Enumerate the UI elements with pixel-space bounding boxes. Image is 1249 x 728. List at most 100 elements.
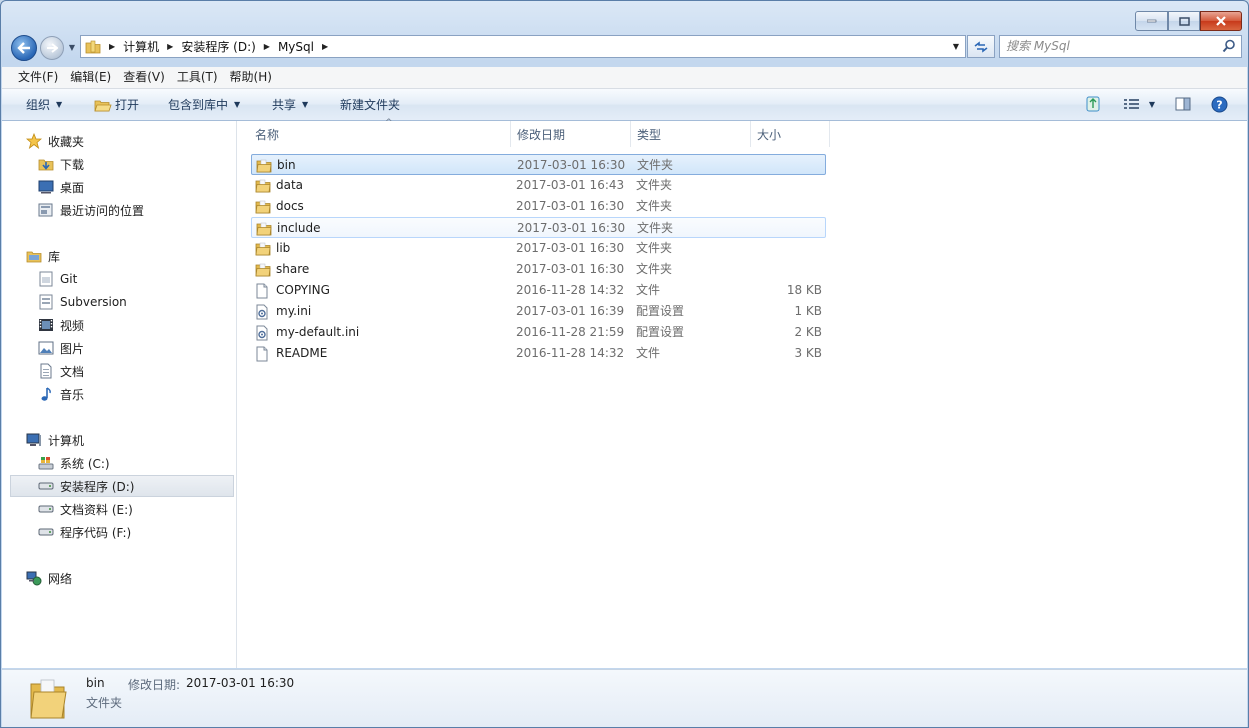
breadcrumb-folder[interactable]: MySql xyxy=(274,36,318,57)
nav-favorites[interactable]: 收藏夹 xyxy=(26,130,84,152)
file-name: my.ini xyxy=(276,304,312,318)
video-icon xyxy=(38,317,54,333)
minimize-button[interactable] xyxy=(1135,11,1168,31)
nav-item-documents[interactable]: 文档 xyxy=(38,360,84,382)
nav-item-label: 文档资料 (E:) xyxy=(60,502,133,517)
file-row[interactable]: docs 2017-03-01 16:30 文件夹 xyxy=(251,196,826,217)
sync-icon xyxy=(1086,96,1100,112)
open-button[interactable]: 打开 xyxy=(94,89,139,120)
nav-network[interactable]: 网络 xyxy=(26,567,72,589)
nav-computer[interactable]: 计算机 xyxy=(26,429,84,451)
search-input[interactable] xyxy=(1006,38,1206,54)
menu-help[interactable]: 帮助(H) xyxy=(224,67,278,88)
view-options-button[interactable]: ▼ xyxy=(1118,95,1160,113)
details-date-value: 2017-03-01 16:30 xyxy=(186,676,295,690)
config-file-icon xyxy=(255,325,271,341)
menu-view[interactable]: 查看(V) xyxy=(117,67,171,88)
download-folder-icon xyxy=(38,156,54,172)
nav-item-label: 音乐 xyxy=(60,387,85,402)
menu-file[interactable]: 文件(F) xyxy=(2,67,64,88)
file-row[interactable]: include 2017-03-01 16:30 文件夹 xyxy=(251,217,826,238)
file-size: 1 KB xyxy=(794,304,822,318)
svg-text:?: ? xyxy=(1216,98,1222,111)
column-header-date[interactable]: 修改日期 xyxy=(511,121,631,147)
organize-button[interactable]: 组织 ▼ xyxy=(26,89,62,120)
hard-drive-icon xyxy=(38,501,54,517)
file-row[interactable]: share 2017-03-01 16:30 文件夹 xyxy=(251,259,826,280)
file-row[interactable]: data 2017-03-01 16:43 文件夹 xyxy=(251,175,826,196)
recent-pages-dropdown[interactable]: ▼ xyxy=(66,39,78,55)
column-header-type[interactable]: 类型 xyxy=(631,121,751,147)
minimize-icon xyxy=(1146,19,1156,23)
nav-item-music[interactable]: 音乐 xyxy=(38,383,84,405)
preview-pane-button[interactable] xyxy=(1174,95,1192,113)
forward-button[interactable] xyxy=(40,36,64,60)
breadcrumb-drive[interactable]: 安装程序 (D:) xyxy=(177,36,259,57)
chevron-down-icon: ▼ xyxy=(234,100,241,109)
refresh-button[interactable] xyxy=(967,35,995,58)
file-row[interactable]: my-default.ini 2016-11-28 21:59 配置设置 2 KB xyxy=(251,322,826,343)
close-button[interactable] xyxy=(1200,11,1242,31)
file-row[interactable]: README 2016-11-28 14:32 文件 3 KB xyxy=(251,343,826,364)
address-bar[interactable]: ▶ 计算机 ▶ 安装程序 (D:) ▶ MySql ▶ ▼ xyxy=(80,35,966,58)
menu-edit[interactable]: 编辑(E) xyxy=(64,67,117,88)
help-icon: ? xyxy=(1211,96,1227,112)
folder-icon xyxy=(256,158,272,173)
close-icon xyxy=(1216,16,1226,26)
file-name: my-default.ini xyxy=(276,325,360,339)
nav-item-label: 安装程序 (D:) xyxy=(60,479,135,494)
nav-item-desktop[interactable]: 桌面 xyxy=(38,176,84,198)
nav-network-label: 网络 xyxy=(48,571,73,586)
subversion-library-icon xyxy=(38,294,54,310)
folder-icon xyxy=(255,241,271,256)
chevron-down-icon: ▼ xyxy=(302,100,309,109)
address-history-dropdown[interactable]: ▼ xyxy=(947,36,965,57)
column-header-type-label: 类型 xyxy=(637,127,662,142)
file-row[interactable]: lib 2017-03-01 16:30 文件夹 xyxy=(251,238,826,259)
sync-button[interactable] xyxy=(1084,95,1102,113)
nav-libraries[interactable]: 库 xyxy=(26,245,60,267)
chevron-right-icon[interactable]: ▶ xyxy=(260,42,274,51)
folder-large-icon xyxy=(30,679,67,719)
file-row[interactable]: COPYING 2016-11-28 14:32 文件 18 KB xyxy=(251,280,826,301)
new-folder-button[interactable]: 新建文件夹 xyxy=(340,89,400,120)
nav-item-recent-places[interactable]: 最近访问的位置 xyxy=(38,199,144,221)
file-type: 文件夹 xyxy=(636,241,673,255)
maximize-button[interactable] xyxy=(1168,11,1200,31)
nav-item-label: 系统 (C:) xyxy=(60,456,110,471)
nav-item-drive-c[interactable]: 系统 (C:) xyxy=(38,452,110,474)
column-header-size[interactable]: 大小 xyxy=(751,121,830,147)
chevron-right-icon[interactable]: ▶ xyxy=(163,42,177,51)
nav-item-drive-d[interactable]: 安装程序 (D:) xyxy=(10,475,234,497)
chevron-down-icon: ▼ xyxy=(56,100,63,109)
help-button[interactable]: ? xyxy=(1210,95,1228,113)
file-type: 文件夹 xyxy=(636,178,673,192)
menu-bar: 文件(F) 编辑(E) 查看(V) 工具(T) 帮助(H) xyxy=(2,67,1247,89)
nav-item-downloads[interactable]: 下载 xyxy=(38,153,84,175)
file-row[interactable]: my.ini 2017-03-01 16:39 配置设置 1 KB xyxy=(251,301,826,322)
nav-item-git[interactable]: Git xyxy=(38,268,77,290)
file-row[interactable]: bin 2017-03-01 16:30 文件夹 xyxy=(251,154,826,175)
search-icon[interactable] xyxy=(1222,39,1236,56)
include-in-library-button[interactable]: 包含到库中 ▼ xyxy=(168,89,240,120)
nav-item-drive-e[interactable]: 文档资料 (E:) xyxy=(38,498,133,520)
details-date-label: 修改日期: xyxy=(128,678,181,692)
column-header-name-label: 名称 xyxy=(255,127,280,142)
nav-item-subversion[interactable]: Subversion xyxy=(38,291,127,313)
nav-item-label: 程序代码 (F:) xyxy=(60,525,132,540)
share-button[interactable]: 共享 ▼ xyxy=(272,89,308,120)
nav-item-pictures[interactable]: 图片 xyxy=(38,337,84,359)
back-button[interactable] xyxy=(11,35,37,61)
explorer-window: ▼ ▶ 计算机 ▶ 安装程序 (D:) ▶ MySql ▶ ▼ 文件(F) 编辑… xyxy=(0,0,1249,728)
network-icon xyxy=(26,570,42,586)
search-box xyxy=(999,35,1242,58)
folder-icon xyxy=(256,221,272,236)
breadcrumb-computer[interactable]: 计算机 xyxy=(119,36,163,57)
nav-item-drive-f[interactable]: 程序代码 (F:) xyxy=(38,521,131,543)
nav-item-videos[interactable]: 视频 xyxy=(38,314,84,336)
file-date: 2016-11-28 21:59 xyxy=(516,325,625,339)
chevron-right-icon[interactable]: ▶ xyxy=(318,42,332,51)
column-header-name[interactable]: ^ 名称 xyxy=(249,118,511,147)
chevron-right-icon[interactable]: ▶ xyxy=(105,42,119,51)
menu-tools[interactable]: 工具(T) xyxy=(171,67,224,88)
